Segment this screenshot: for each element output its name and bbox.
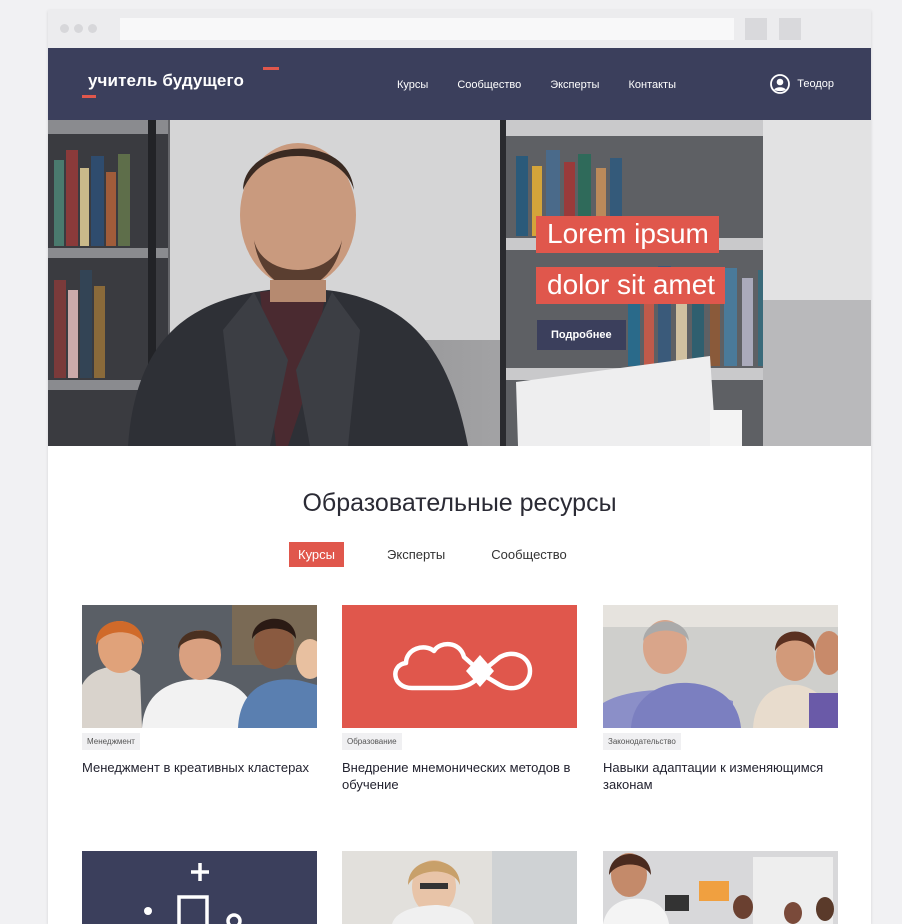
- course-card[interactable]: [342, 851, 577, 924]
- course-title[interactable]: Внедрение мнемонических методов в обучен…: [342, 759, 577, 793]
- browser-chrome: [48, 10, 871, 48]
- course-image[interactable]: [82, 851, 317, 924]
- hero-banner: Lorem ipsum dolor sit amet Подробнее: [48, 120, 871, 446]
- course-card[interactable]: Законодательство Навыки адаптации к изме…: [603, 605, 838, 793]
- nav-link-community[interactable]: Сообщество: [457, 79, 521, 91]
- course-image[interactable]: [603, 605, 838, 728]
- resource-tabs: Курсы Эксперты Сообщество: [289, 542, 604, 567]
- course-image[interactable]: [342, 605, 577, 728]
- hero-headline: dolor sit amet: [536, 267, 726, 304]
- course-tag: Образование: [342, 733, 402, 750]
- plus-icon: [191, 863, 209, 881]
- hero-headline-line: dolor sit amet: [536, 267, 726, 304]
- course-title[interactable]: Навыки адаптации к изменяющимся законам: [603, 759, 838, 793]
- window-dot[interactable]: [74, 24, 83, 33]
- tab-experts[interactable]: Эксперты: [378, 542, 454, 567]
- section-title: Образовательные ресурсы: [302, 489, 617, 517]
- course-card[interactable]: Менеджмент Менеджмент в креативных класт…: [82, 605, 317, 776]
- course-card[interactable]: [82, 851, 317, 924]
- tab-courses[interactable]: Курсы: [289, 542, 345, 567]
- hero-photo: [48, 120, 871, 446]
- user-menu[interactable]: Теодор: [770, 74, 834, 94]
- cloud-infinity-icon: [393, 642, 533, 691]
- browser-button[interactable]: [779, 18, 801, 40]
- browser-window: учитель будущего Курсы Сообщество Экспер…: [48, 10, 871, 924]
- nav-link-contacts[interactable]: Контакты: [628, 79, 676, 91]
- course-title[interactable]: Менеджмент в креативных кластерах: [82, 759, 317, 776]
- site-logo[interactable]: учитель будущего: [88, 71, 244, 91]
- user-circle-icon: [770, 74, 791, 94]
- nav-link-courses[interactable]: Курсы: [397, 79, 428, 91]
- main-menu: Курсы Сообщество Эксперты Контакты: [397, 79, 676, 91]
- tab-community[interactable]: Сообщество: [482, 542, 576, 567]
- course-image[interactable]: [82, 605, 317, 728]
- course-image[interactable]: [603, 851, 838, 924]
- course-tag: Законодательство: [603, 733, 681, 750]
- user-name: Теодор: [797, 78, 834, 90]
- course-tag: Менеджмент: [82, 733, 140, 750]
- course-image[interactable]: [342, 851, 577, 924]
- nav-link-experts[interactable]: Эксперты: [550, 79, 599, 91]
- hero-headline: Lorem ipsum: [536, 216, 719, 253]
- window-dot[interactable]: [60, 24, 69, 33]
- window-dot[interactable]: [88, 24, 97, 33]
- course-card[interactable]: [603, 851, 838, 924]
- logo-accent: [263, 67, 279, 70]
- course-card[interactable]: Образование Внедрение мнемонических мето…: [342, 605, 577, 793]
- logo-accent: [82, 95, 96, 98]
- more-button[interactable]: Подробнее: [537, 320, 626, 350]
- hero-headline-line: Lorem ipsum: [536, 216, 719, 253]
- address-bar[interactable]: [120, 18, 734, 40]
- browser-button[interactable]: [745, 18, 767, 40]
- site-header: учитель будущего Курсы Сообщество Экспер…: [48, 48, 871, 120]
